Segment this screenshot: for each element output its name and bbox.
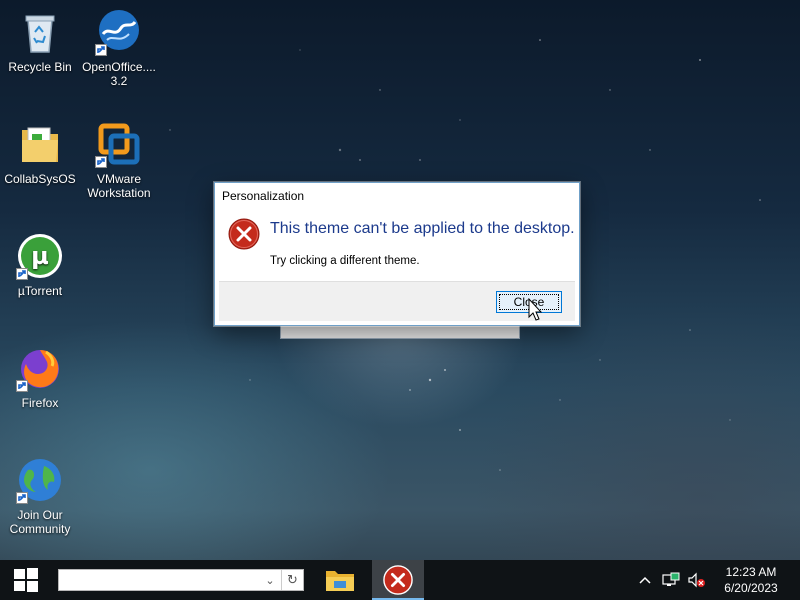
shortcut-arrow-icon	[16, 268, 28, 280]
refresh-icon[interactable]: ↻	[281, 570, 303, 590]
shortcut-arrow-icon	[16, 380, 28, 392]
folder-icon	[326, 571, 354, 591]
dialog-title: Personalization	[222, 189, 305, 203]
desktop-icon-openoffice[interactable]: OpenOffice.... 3.2	[79, 8, 159, 88]
volume-muted-icon[interactable]	[684, 560, 710, 600]
shortcut-arrow-icon	[95, 156, 107, 168]
desktop-icon-label: µTorrent	[17, 284, 63, 298]
clock-time: 12:23 AM	[725, 565, 777, 579]
taskbar: ⌄ ↻ 12:23 AM 6/20/2023	[0, 560, 800, 600]
vmware-icon	[95, 120, 143, 168]
desktop-icon-label: CollabSysOS	[4, 172, 76, 186]
clock-date: 6/20/2023	[724, 581, 778, 595]
search-input[interactable]	[62, 571, 258, 589]
desktop-icon-label: VMware Workstation	[87, 172, 151, 200]
folder-icon	[16, 120, 64, 168]
desktop-icon-label: Recycle Bin	[8, 60, 72, 74]
close-button[interactable]: Close	[496, 291, 562, 313]
desktop-icon-vmware[interactable]: VMware Workstation	[79, 120, 159, 200]
firefox-icon	[16, 344, 64, 392]
desktop-icon-firefox[interactable]: Firefox	[0, 344, 80, 410]
desktop-icon-label: Firefox	[21, 396, 59, 410]
shortcut-arrow-icon	[16, 492, 28, 504]
error-icon	[383, 565, 413, 595]
system-clock[interactable]: 12:23 AM 6/20/2023	[716, 564, 786, 596]
taskbar-item-personalization-error[interactable]	[372, 560, 424, 600]
globe-icon	[16, 456, 64, 504]
desktop-icon-collabsysos[interactable]: CollabSysOS	[0, 120, 80, 186]
start-button[interactable]	[0, 560, 52, 600]
dialog-message: Try clicking a different theme.	[270, 255, 420, 267]
desktop-icon-label: Join Our Community	[9, 508, 71, 536]
dialog-heading: This theme can't be applied to the deskt…	[270, 220, 575, 237]
desktop-icon-recycle-bin[interactable]: Recycle Bin	[0, 8, 80, 74]
taskbar-search: ⌄ ↻	[58, 569, 304, 591]
taskbar-item-file-explorer[interactable]	[316, 560, 364, 600]
shortcut-arrow-icon	[95, 44, 107, 56]
desktop-icon-join-community[interactable]: Join Our Community	[0, 456, 80, 536]
chevron-up-icon[interactable]	[632, 560, 658, 600]
network-icon[interactable]	[658, 560, 684, 600]
desktop-icon-label: OpenOffice.... 3.2	[82, 60, 156, 88]
chevron-down-icon[interactable]: ⌄	[261, 570, 279, 590]
error-icon	[228, 218, 260, 250]
svg-text:µ: µ	[31, 242, 49, 270]
recycle-bin-icon	[16, 8, 64, 56]
desktop-icon-utorrent[interactable]: µ µTorrent	[0, 232, 80, 298]
dialog-footer: Close	[219, 281, 575, 321]
background-window	[280, 324, 520, 339]
utorrent-icon: µ	[16, 232, 64, 280]
openoffice-icon	[95, 8, 143, 56]
windows-logo-icon	[14, 568, 38, 592]
error-dialog: Personalization This theme can't be appl…	[214, 182, 580, 326]
system-tray: 12:23 AM 6/20/2023	[632, 560, 800, 600]
